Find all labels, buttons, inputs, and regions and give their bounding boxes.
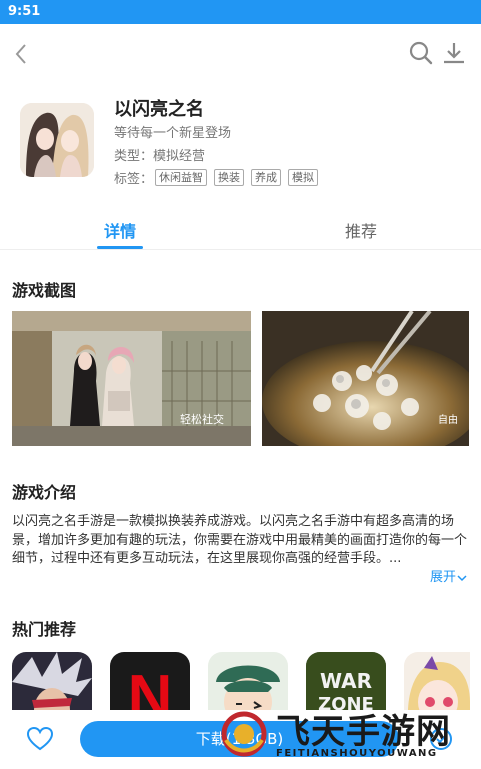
status-bar: 9:51 [0, 0, 481, 24]
tag[interactable]: 换装 [214, 169, 245, 186]
download-icon[interactable] [441, 40, 467, 66]
tab-detail[interactable]: 详情 [104, 218, 136, 242]
app-name: 以闪亮之名 [114, 99, 204, 120]
screenshot-1[interactable]: 轻松社交 [12, 311, 251, 446]
intro-text: 以闪亮之名手游是一款模拟换装养成游戏。以闪亮之名手游中有超多高清的场景，增加许多… [12, 514, 468, 566]
hot-title: 热门推荐 [12, 620, 77, 639]
app-tags: 标签： 休闲益智 换装 养成 模拟 [114, 168, 325, 187]
tab-bar: 详情 推荐 [0, 208, 481, 250]
status-time: 9:51 [8, 4, 41, 19]
app-type-label: 类型： [114, 149, 154, 164]
tag[interactable]: 休闲益智 [155, 169, 208, 186]
screenshot-2[interactable]: 自由 [262, 311, 469, 446]
search-icon[interactable] [408, 40, 434, 66]
share-icon[interactable] [428, 726, 454, 752]
tab-recommend[interactable]: 推荐 [345, 218, 377, 242]
app-type-value: 模拟经营 [153, 149, 206, 164]
chevron-down-icon [457, 574, 467, 581]
screenshot-2-caption: 自由 [438, 413, 458, 426]
tag[interactable]: 模拟 [288, 169, 319, 186]
screenshot-1-caption: 轻松社交 [180, 412, 224, 426]
top-bar [0, 24, 481, 84]
app-header: 以闪亮之名 等待每一个新星登场 类型：模拟经营 标签： 休闲益智 换装 养成 模… [0, 86, 481, 196]
back-arrow-icon[interactable] [10, 40, 34, 68]
tag[interactable]: 养成 [251, 169, 282, 186]
download-button[interactable]: 下载(1.3GB) [80, 721, 399, 757]
screenshots-title: 游戏截图 [12, 281, 77, 300]
heart-icon[interactable] [26, 726, 54, 752]
active-tab-indicator [97, 246, 143, 249]
intro-title: 游戏介绍 [12, 483, 77, 502]
warzone-line1: WAR [320, 669, 372, 693]
bottom-bar: 下载(1.3GB) [0, 710, 481, 769]
app-slogan: 等待每一个新星登场 [114, 126, 232, 141]
expand-label: 展开 [430, 570, 457, 585]
app-icon [20, 103, 94, 177]
app-type: 类型：模拟经营 [114, 145, 205, 164]
tags-label: 标签： [114, 172, 154, 187]
expand-button[interactable]: 展开 [430, 566, 468, 585]
